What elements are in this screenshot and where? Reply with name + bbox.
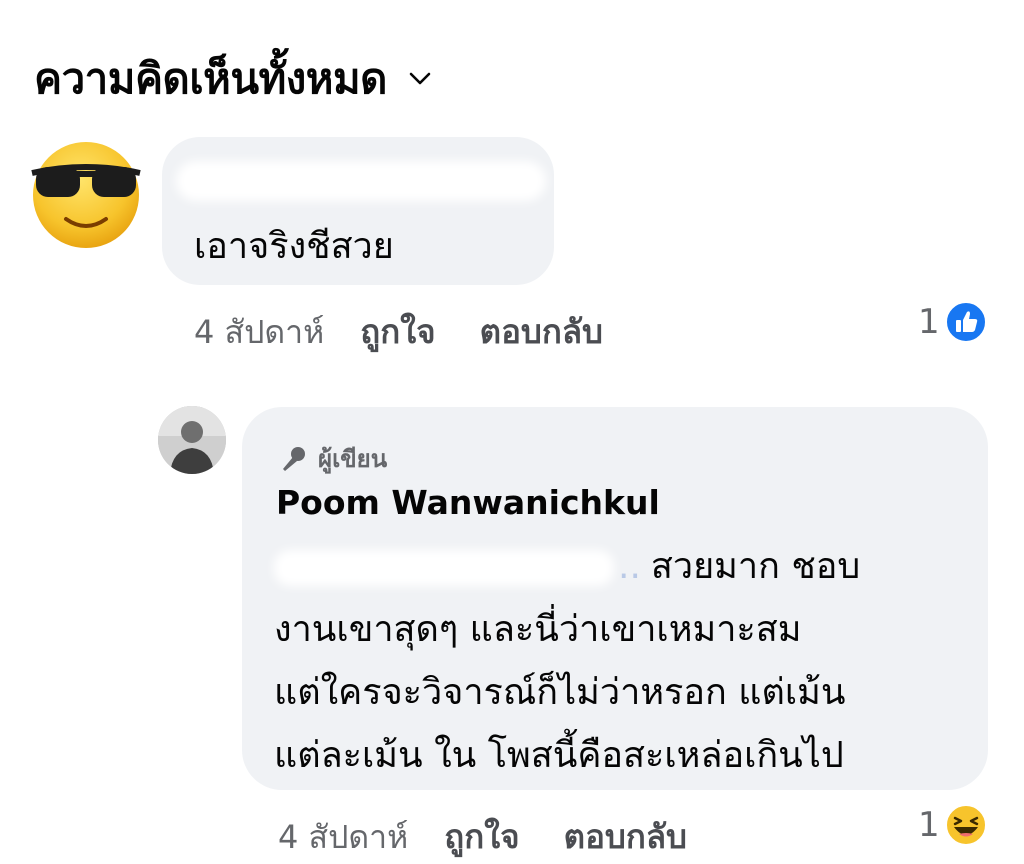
reply-text-line-3: แต่ใครจะวิจารณ์ก็ไม่ว่าหรอก แต่เม้น <box>274 672 846 713</box>
tag-ellipsis: .. <box>618 546 641 587</box>
author-avatar[interactable] <box>158 406 226 474</box>
haha-reaction-icon <box>944 803 988 847</box>
chevron-down-icon <box>409 72 431 86</box>
reply-text: .. สวยมาก ชอบ งานเขาสุดๆ และนี่ว่าเขาเหมา… <box>274 535 974 787</box>
comment-bubble: เอาจริงชีสวย <box>162 137 554 285</box>
reply-timestamp[interactable]: 4 สัปดาห์ <box>278 812 408 863</box>
comment-timestamp[interactable]: 4 สัปดาห์ <box>194 307 324 358</box>
reply-text-line-1: .. สวยมาก ชอบ <box>274 535 974 598</box>
like-reaction-icon <box>944 300 988 344</box>
comments-filter[interactable]: ความคิดเห็นทั้งหมด <box>34 46 431 112</box>
reaction-summary[interactable]: 1 <box>918 300 988 344</box>
reply-reaction-summary[interactable]: 1 <box>918 803 988 847</box>
comment-meta: 4 สัปดาห์ ถูกใจ ตอบกลับ <box>194 305 603 358</box>
comments-filter-label: ความคิดเห็นทั้งหมด <box>34 54 387 103</box>
reaction-count: 1 <box>918 302 940 342</box>
comment-text: เอาจริงชีสวย <box>194 226 394 267</box>
author-badge: ผู้เขียน <box>278 439 387 478</box>
reply-reply-button[interactable]: ตอบกลับ <box>564 810 687 863</box>
redacted-commenter-name <box>176 161 546 201</box>
reply-reaction-count: 1 <box>918 805 940 845</box>
sunglasses-emoji-icon[interactable] <box>30 137 142 249</box>
reply-bubble: ผู้เขียน Poom Wanwanichkul .. สวยมาก ชอบ … <box>242 407 988 790</box>
reply-author-name[interactable]: Poom Wanwanichkul <box>276 483 660 522</box>
reply-like-button[interactable]: ถูกใจ <box>444 810 519 863</box>
reply-text-line-4: แต่ละเม้น ใน โพสนี้คือสะเหล่อเกินไป <box>274 735 844 776</box>
redacted-tagged-name <box>274 550 614 586</box>
author-badge-label: ผู้เขียน <box>318 445 388 473</box>
like-button[interactable]: ถูกใจ <box>360 305 435 358</box>
microphone-icon <box>278 444 308 474</box>
reply-text-line-2: งานเขาสุดๆ และนี่ว่าเขาเหมาะสม <box>274 609 802 650</box>
reply-button[interactable]: ตอบกลับ <box>480 305 603 358</box>
reply-meta: 4 สัปดาห์ ถูกใจ ตอบกลับ <box>278 810 687 863</box>
